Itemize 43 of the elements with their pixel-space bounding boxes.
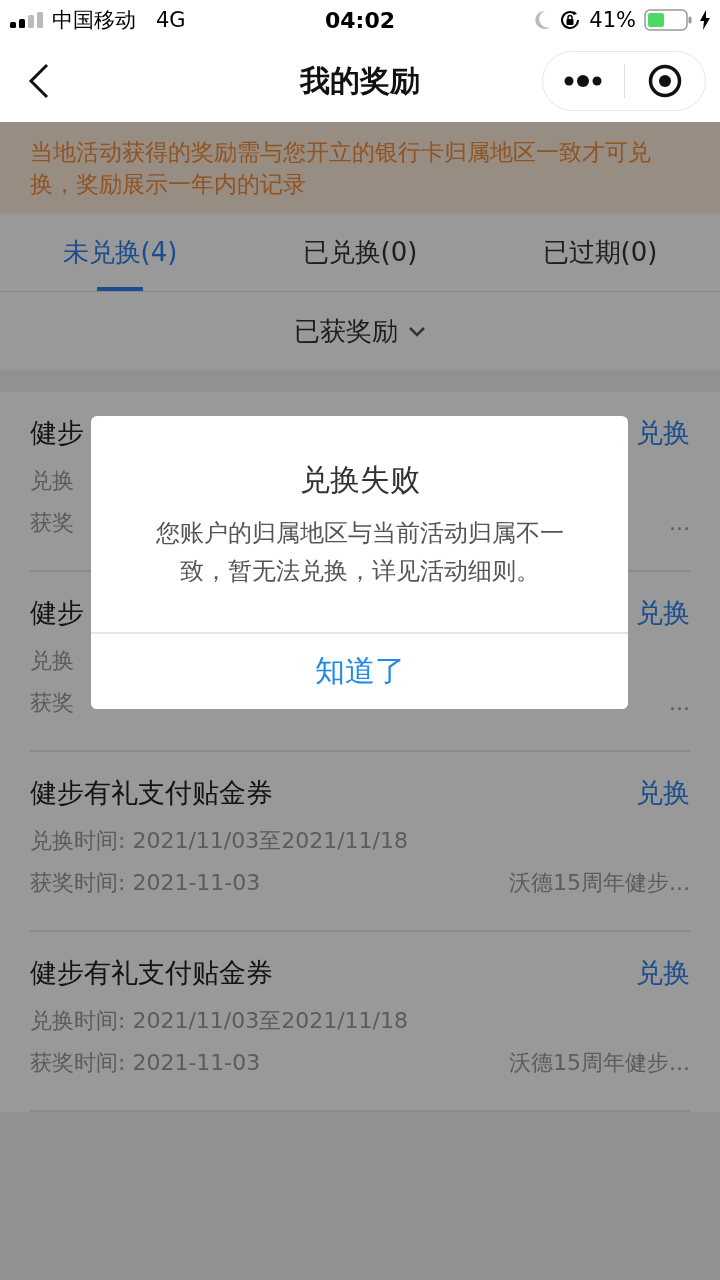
network-type: 4G <box>156 8 186 32</box>
tab[interactable]: 已兑换(0) <box>240 214 480 291</box>
more-icon <box>564 75 603 87</box>
signal-icon <box>10 12 44 28</box>
filter-dropdown[interactable]: 已获奖励 <box>294 313 426 349</box>
chevron-down-icon <box>408 325 426 337</box>
redeem-link[interactable]: 兑换 <box>636 955 690 991</box>
activity-name: 沃德15周年健步... <box>509 869 690 897</box>
redeem-period: 兑换 <box>30 647 74 675</box>
reward-title: 健步有礼支付贴金券 <box>30 776 273 810</box>
back-button[interactable] <box>28 63 50 99</box>
carrier-name: 中国移动 <box>52 7 136 34</box>
tab[interactable]: 已过期(0) <box>480 214 720 291</box>
tab[interactable]: 未兑换(4) <box>0 214 240 291</box>
activity-name: ... <box>669 689 690 717</box>
target-icon <box>647 64 682 98</box>
award-date: 获奖时间: 2021-11-03 <box>30 1049 261 1077</box>
redeem-link[interactable]: 兑换 <box>636 595 690 631</box>
moon-icon <box>533 10 552 30</box>
back-icon <box>28 63 50 99</box>
battery-percentage: 41% <box>589 8 636 32</box>
award-date: 获奖时间: 2021-11-03 <box>30 869 261 897</box>
redeem-period: 兑换时间: 2021/11/03至2021/11/18 <box>30 1007 408 1035</box>
award-date: 获奖 <box>30 689 74 717</box>
charging-icon <box>700 10 710 30</box>
battery-icon <box>644 9 692 31</box>
page-title: 我的奖励 <box>300 62 420 98</box>
redeem-link[interactable]: 兑换 <box>636 775 690 811</box>
rotation-lock-icon <box>559 9 582 31</box>
activity-name: ... <box>669 509 690 537</box>
dialog-title: 兑换失败 <box>299 462 420 497</box>
redeem-period: 兑换时间: 2021/11/03至2021/11/18 <box>30 827 408 855</box>
redeem-link[interactable]: 兑换 <box>636 415 690 451</box>
clock-time: 04:02 <box>325 7 395 33</box>
notice-banner: 当地活动获得的奖励需与您开立的银行卡归属地区一致才可兑换，奖励展示一年内的记录 <box>0 122 720 214</box>
reward-title: 健步 <box>30 596 84 630</box>
reward-title: 健步 <box>30 416 84 450</box>
reward-title: 健步有礼支付贴金券 <box>30 956 273 990</box>
confirm-button[interactable]: 知道了 <box>91 632 628 709</box>
activity-name: 沃德15周年健步... <box>509 1049 690 1077</box>
award-date: 获奖 <box>30 509 74 537</box>
redeem-period: 兑换 <box>30 467 74 495</box>
dialog-message: 您账户的归属地区与当前活动归属不一致，暂无法兑换，详见活动细则。 <box>154 518 565 587</box>
